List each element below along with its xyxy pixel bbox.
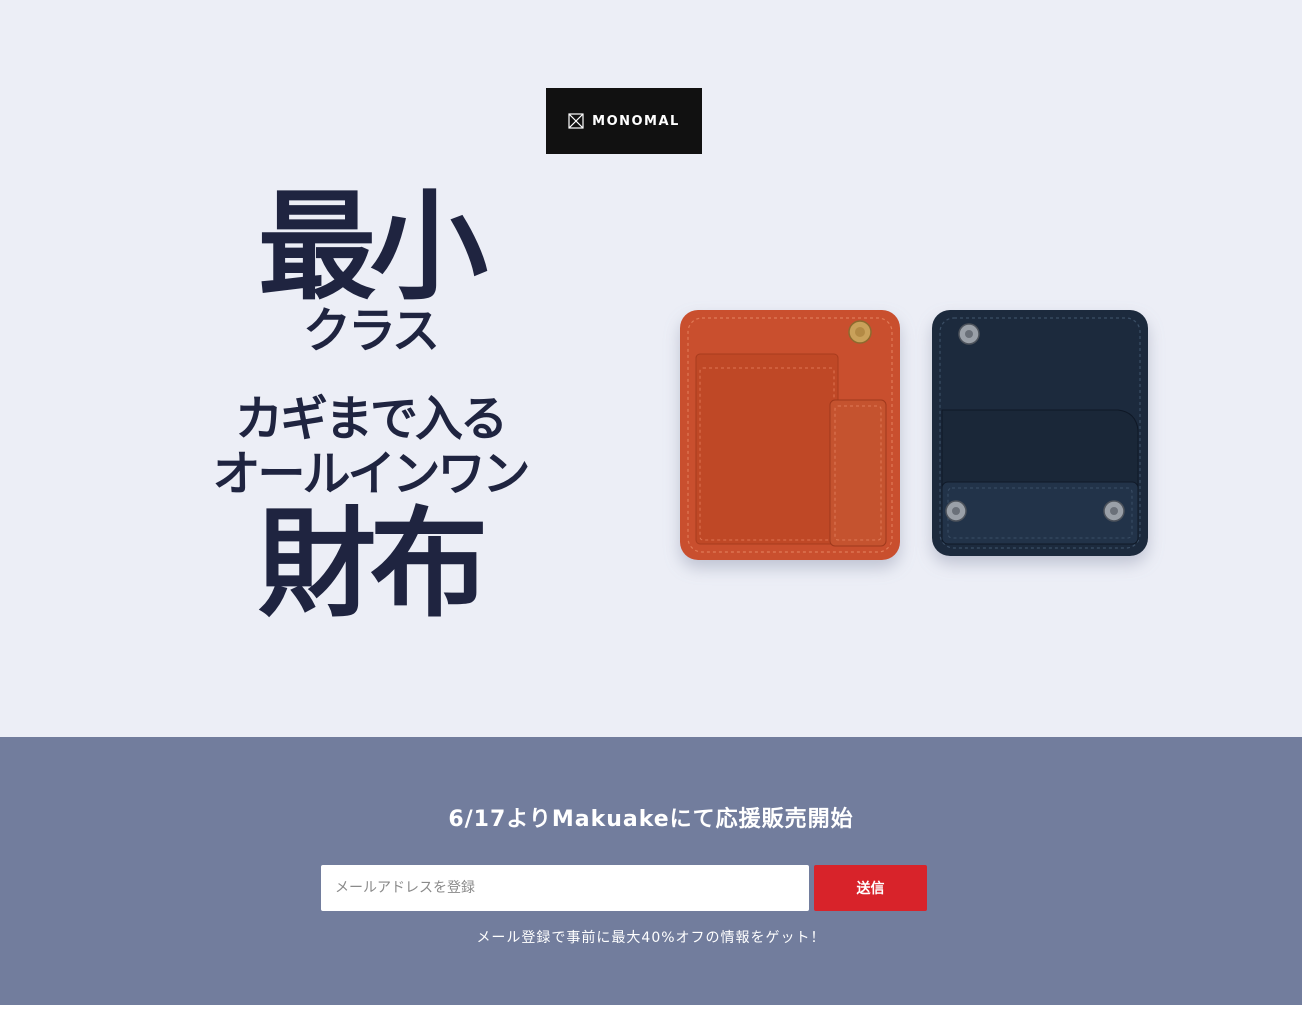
brand-logo[interactable]: MONOMAL <box>546 88 702 154</box>
headline-line-4: オールインワン <box>212 445 530 502</box>
launch-announcement: 6/17よりMakuakeにて応援販売開始 <box>448 807 854 832</box>
headline-line-2: クラス <box>302 303 440 359</box>
headline-line-1: 最小 <box>257 178 488 316</box>
footer-strip <box>0 1005 1302 1017</box>
wallets-photo <box>680 310 1148 560</box>
email-input[interactable] <box>321 865 809 911</box>
discount-note: メール登録で事前に最大40%オフの情報をゲット！ <box>476 930 826 946</box>
hero-headline: 最小 クラス カギまで入る オールインワン 財布 <box>190 180 550 623</box>
brand-name: MONOMAL <box>592 113 680 129</box>
headline-line-3: カギまで入る <box>234 391 508 448</box>
headline-line-5: 財布 <box>257 495 488 634</box>
signup-section: 6/17よりMakuakeにて応援販売開始 送信 メール登録で事前に最大40%オ… <box>0 737 1302 1005</box>
hero-section: MONOMAL 最小 クラス カギまで入る オールインワン 財布 <box>0 0 1302 737</box>
boxed-x-icon <box>568 113 584 129</box>
submit-button[interactable]: 送信 <box>814 865 927 911</box>
